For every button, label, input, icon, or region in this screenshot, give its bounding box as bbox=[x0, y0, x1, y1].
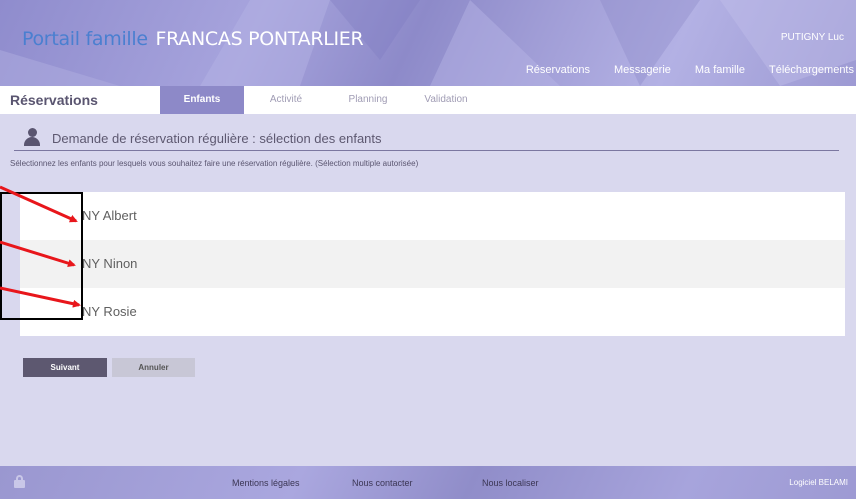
request-title: Demande de réservation régulière : sélec… bbox=[24, 128, 382, 148]
nav-telechargements[interactable]: Téléchargements bbox=[769, 64, 854, 76]
footer-link-localiser[interactable]: Nous localiser bbox=[482, 478, 539, 488]
software-credit[interactable]: Logiciel BELAMI bbox=[789, 478, 848, 487]
portal-title[interactable]: Portail famille FRANCAS PONTARLIER bbox=[22, 28, 364, 50]
main-panel: Demande de réservation régulière : sélec… bbox=[8, 114, 848, 456]
person-icon bbox=[24, 128, 40, 148]
request-title-text: Demande de réservation régulière : sélec… bbox=[52, 130, 382, 146]
tab-validation[interactable]: Validation bbox=[404, 86, 488, 114]
footer-bar: Mentions légales Nous contacter Nous loc… bbox=[0, 466, 856, 499]
user-name[interactable]: PUTIGNY Luc bbox=[781, 32, 844, 43]
next-button[interactable]: Suivant bbox=[23, 358, 107, 377]
tab-enfants[interactable]: Enfants bbox=[160, 86, 244, 114]
portal-title-text: Portail famille bbox=[22, 28, 148, 50]
title-divider bbox=[14, 150, 839, 151]
lock-icon[interactable] bbox=[14, 475, 25, 488]
footer-link-mentions[interactable]: Mentions légales bbox=[232, 478, 300, 488]
section-title: Réservations bbox=[10, 92, 98, 108]
instructions-text: Sélectionnez les enfants pour lesquels v… bbox=[10, 159, 419, 168]
organization-name: FRANCAS PONTARLIER bbox=[155, 28, 364, 50]
steps-bar: Réservations Enfants Activité Planning V… bbox=[0, 86, 856, 114]
annotation-box bbox=[0, 192, 83, 320]
nav-reservations[interactable]: Réservations bbox=[526, 64, 590, 76]
tab-planning[interactable]: Planning bbox=[326, 86, 410, 114]
nav-ma-famille[interactable]: Ma famille bbox=[695, 64, 745, 76]
children-list: NY Albert NY Ninon NY Rosie bbox=[20, 192, 845, 336]
cancel-button[interactable]: Annuler bbox=[112, 358, 195, 377]
top-navigation: Réservations Messagerie Ma famille Téléc… bbox=[502, 64, 854, 76]
header-banner: Portail famille FRANCAS PONTARLIER PUTIG… bbox=[0, 0, 856, 86]
footer-link-contact[interactable]: Nous contacter bbox=[352, 478, 413, 488]
nav-messagerie[interactable]: Messagerie bbox=[614, 64, 671, 76]
tab-activite[interactable]: Activité bbox=[244, 86, 328, 114]
child-row-rosie[interactable]: NY Rosie bbox=[20, 288, 845, 336]
child-row-albert[interactable]: NY Albert bbox=[20, 192, 845, 240]
child-row-ninon[interactable]: NY Ninon bbox=[20, 240, 845, 288]
